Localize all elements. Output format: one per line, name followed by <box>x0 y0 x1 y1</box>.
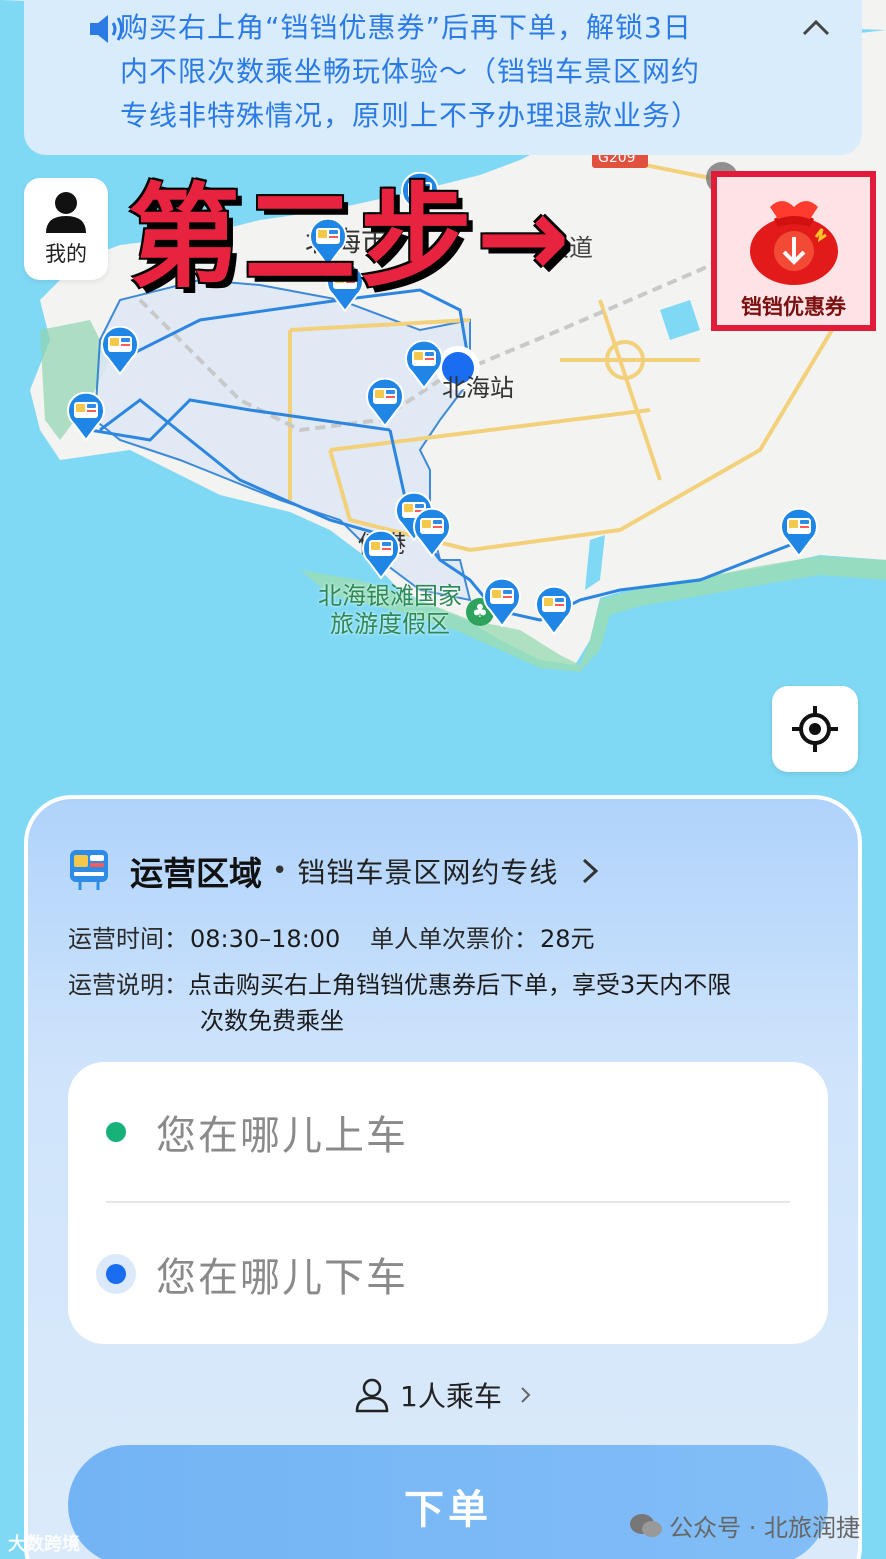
dropoff-placeholder: 您在哪儿下车 <box>156 1255 408 1301</box>
address-card: 您在哪儿上车 您在哪儿下车 <box>68 1062 828 1344</box>
price-value: 28元 <box>539 925 595 953</box>
bus-stop-marker-icon[interactable] <box>779 508 819 558</box>
map-label-scenic-line2: 旅游度假区 <box>330 610 450 638</box>
watermark-left-text: 大数跨境 <box>8 1534 80 1555</box>
map-label-station: 北海站 <box>442 374 514 402</box>
region-row[interactable]: 运营区域 • 铛铛车景区网约专线 <box>68 847 600 895</box>
desc-line-2: 次数免费乘坐 <box>200 1007 344 1035</box>
pickup-field[interactable]: 您在哪儿上车 <box>106 1102 408 1162</box>
chevron-right-small-icon <box>521 1387 531 1403</box>
region-title: 运营区域 <box>130 854 262 893</box>
watermark-left: 大数跨境 <box>8 1530 80 1556</box>
my-profile-label: 我的 <box>45 242 87 266</box>
region-separator: • <box>272 856 288 886</box>
step-annotation: 第二步→ <box>128 173 574 303</box>
my-profile-button[interactable]: 我的 <box>24 178 108 280</box>
watermark-right: 公众号 · 北旅润捷 <box>629 1508 860 1543</box>
address-divider <box>106 1201 790 1203</box>
bus-stop-marker-icon[interactable] <box>482 578 522 628</box>
locate-button[interactable] <box>772 686 858 772</box>
pickup-dot <box>106 1122 126 1142</box>
map-label-scenic: 北海银滩国家 旅游度假区 <box>318 582 462 638</box>
booking-panel: 运营区域 • 铛铛车景区网约专线 运营时间：08:30–18:00 单人单次票价… <box>24 795 862 1559</box>
region-name: 铛铛车景区网约专线 <box>297 856 559 889</box>
bus-stop-marker-icon[interactable] <box>404 340 444 390</box>
coupon-label: 铛铛优惠券 <box>741 295 846 319</box>
bus-stop-marker-icon[interactable] <box>412 508 452 558</box>
time-label: 运营时间： <box>68 925 188 953</box>
wechat-icon <box>630 1513 663 1537</box>
crosshair-icon <box>792 706 838 752</box>
bus-stop-marker-icon[interactable] <box>100 326 140 376</box>
operating-info: 运营时间：08:30–18:00 单人单次票价：28元 <box>68 921 595 957</box>
time-value: 08:30–18:00 <box>190 925 341 953</box>
dropoff-dot <box>96 1254 136 1294</box>
passenger-selector[interactable]: 1人乘车 <box>354 1374 532 1416</box>
bus-stop-marker-icon[interactable] <box>361 530 401 580</box>
notice-line-3: 专线非特殊情况，原则上不予办理退款业务） <box>120 99 701 132</box>
desc-label: 运营说明： <box>68 971 188 999</box>
passenger-count: 1人乘车 <box>400 1380 502 1413</box>
dropoff-field[interactable]: 您在哪儿下车 <box>96 1244 408 1304</box>
price-label: 单人单次票价： <box>369 925 538 953</box>
notice-line-1: 购买右上角“铛铛优惠券”后再下单，解锁3日 <box>120 11 692 44</box>
chevron-right-icon <box>583 858 599 884</box>
chevron-up-icon[interactable] <box>800 14 832 40</box>
red-bag-icon <box>749 201 838 285</box>
watermark-right-text: 公众号 · 北旅润捷 <box>669 1514 860 1542</box>
notice-banner: 购买右上角“铛铛优惠券”后再下单，解锁3日 内不限次数乘坐畅玩体验～（铛铛车景区… <box>24 0 862 155</box>
desc-line-1: 点击购买右上角铛铛优惠券后下单，享受3天内不限 <box>188 971 732 999</box>
coupon-button[interactable]: 铛铛优惠券 <box>711 171 876 331</box>
tram-icon <box>70 850 108 890</box>
bus-stop-marker-icon[interactable] <box>66 392 106 442</box>
map-label-scenic-line1: 北海银滩国家 <box>318 582 462 610</box>
person-icon <box>355 1378 389 1413</box>
user-icon <box>46 192 86 233</box>
notice-line-2: 内不限次数乘坐畅玩体验～（铛铛车景区网约 <box>120 55 701 88</box>
pickup-placeholder: 您在哪儿上车 <box>156 1113 408 1159</box>
bus-stop-marker-icon[interactable] <box>534 586 574 636</box>
bus-stop-marker-icon[interactable] <box>365 378 405 428</box>
operating-desc: 运营说明：点击购买右上角铛铛优惠券后下单，享受3天内不限 <box>68 967 731 1003</box>
speaker-icon <box>90 15 123 43</box>
